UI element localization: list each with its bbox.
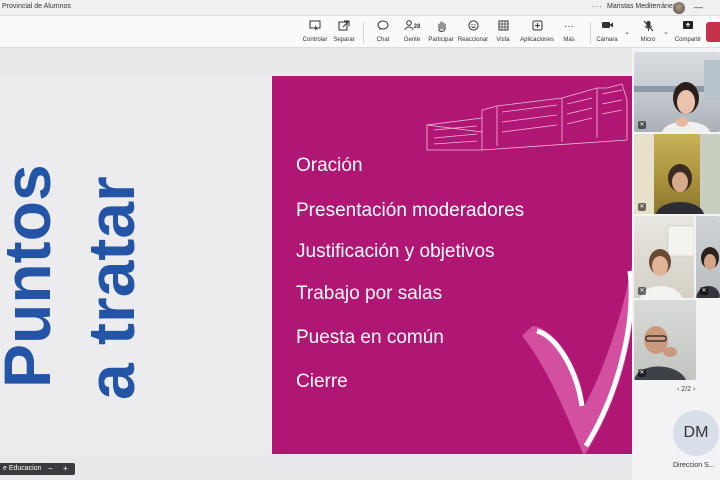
participant-video <box>634 134 720 214</box>
school-building-illustration <box>426 83 628 151</box>
zoom-control: − + <box>41 463 75 475</box>
page-indicator: 2/2 <box>681 386 692 393</box>
zoom-out-button[interactable]: − <box>48 463 53 475</box>
popout-button[interactable]: Separar <box>326 20 362 43</box>
participant-video <box>634 326 686 380</box>
popout-icon <box>326 20 362 34</box>
slide-title-area: Puntos a tratar <box>0 76 272 454</box>
participant-video <box>640 225 694 298</box>
slide-title-line1: Puntos <box>0 164 64 388</box>
sharing-label: e Educacion <box>0 463 45 475</box>
mic-options-chevron-icon[interactable]: ⌄ <box>663 28 669 36</box>
camera-icon <box>589 20 625 34</box>
slide-agenda-panel: Oración Presentación moderadores Justifi… <box>272 76 632 454</box>
agenda-item: Presentación moderadores <box>296 200 525 221</box>
mic-off-icon: ✕ <box>638 287 646 295</box>
share-icon <box>670 20 706 34</box>
previous-page-icon[interactable]: ‹ <box>677 386 679 393</box>
participant-video-tile[interactable]: ✕ <box>696 216 720 298</box>
people-icon <box>404 20 414 31</box>
slide-title-line2: a tratar <box>74 176 148 400</box>
next-page-icon[interactable]: › <box>693 386 695 393</box>
grid-view-icon <box>485 20 521 34</box>
participant-video-tile[interactable]: ✕ <box>634 52 720 132</box>
raise-hand-icon <box>423 20 459 34</box>
participant-video <box>634 60 720 132</box>
camera-options-chevron-icon[interactable]: ⌄ <box>624 28 630 36</box>
share-button[interactable]: Compartir <box>670 20 706 43</box>
camera-button[interactable]: Cámara <box>589 20 625 43</box>
agenda-item: Oración <box>296 155 363 176</box>
meeting-toolbar: Controlar Separar Chat 28 Gente Particip… <box>0 16 720 48</box>
more-button[interactable]: ··· Más <box>551 20 587 43</box>
marist-heart-logo <box>522 266 632 454</box>
presenter-name: Direccion S... <box>673 462 715 469</box>
plus-icon <box>519 20 555 34</box>
bottom-bar: e Educacion − + <box>0 460 632 480</box>
organization-name: Maristas Mediterránea <box>607 3 677 10</box>
toolbar-divider <box>363 22 364 44</box>
mic-off-icon <box>630 20 666 34</box>
minimize-button[interactable]: — <box>694 2 703 12</box>
view-button[interactable]: Vista <box>485 20 521 43</box>
agenda-item: Cierre <box>296 371 348 392</box>
apps-button[interactable]: Aplicaciones <box>519 20 555 43</box>
leave-button[interactable] <box>706 22 720 42</box>
user-avatar[interactable] <box>673 2 685 14</box>
mic-off-icon: ✕ <box>638 369 646 377</box>
mic-off-icon: ✕ <box>700 287 708 295</box>
mic-off-icon: ✕ <box>638 203 646 211</box>
people-count: 28 <box>413 24 421 30</box>
participant-video-tile[interactable]: ✕ <box>634 134 720 214</box>
participant-video <box>696 247 720 298</box>
title-bar: Provincial de Alumnos ··· Maristas Medit… <box>0 0 720 16</box>
ellipsis-icon: ··· <box>564 21 574 32</box>
zoom-in-button[interactable]: + <box>63 463 68 475</box>
participant-video-tile[interactable]: ✕ <box>634 216 694 298</box>
participant-video-tile[interactable]: ✕ <box>634 300 696 380</box>
mic-off-icon: ✕ <box>638 121 646 129</box>
slide-title: Puntos a tratar <box>0 164 148 400</box>
gallery-pager: ‹ 2/2 › <box>677 386 695 393</box>
meeting-title: Provincial de Alumnos <box>2 3 71 10</box>
agenda-item: Trabajo por salas <box>296 283 443 304</box>
more-options-icon[interactable]: ··· <box>592 2 603 11</box>
agenda-item: Puesta en común <box>296 327 444 348</box>
mic-button[interactable]: Micro <box>630 20 666 43</box>
presenter-avatar[interactable]: DM <box>673 410 719 456</box>
agenda-item: Justificación y objetivos <box>296 241 495 262</box>
raise-hand-button[interactable]: Participar <box>423 20 459 43</box>
